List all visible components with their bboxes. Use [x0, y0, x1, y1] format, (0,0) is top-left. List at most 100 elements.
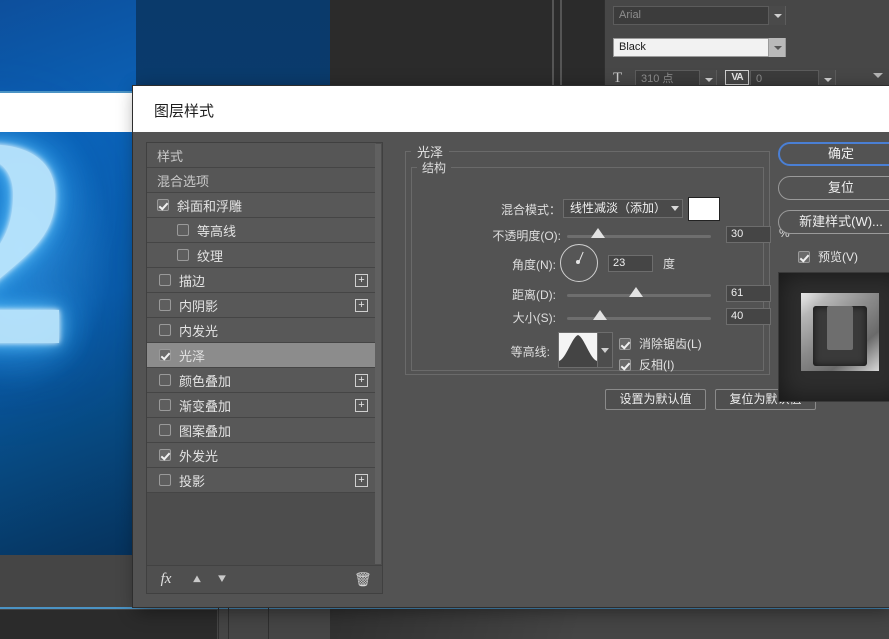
effect-list-item[interactable]: 纹理: [147, 243, 376, 268]
preview-checkbox[interactable]: [798, 251, 810, 263]
font-size-value: 310 点: [641, 73, 673, 85]
distance-slider-knob[interactable]: [629, 287, 643, 297]
effect-item-label: 内发光: [179, 321, 218, 340]
effect-item-label: 颜色叠加: [179, 371, 231, 390]
add-effect-instance-icon[interactable]: +: [355, 399, 368, 412]
angle-input[interactable]: 23: [608, 255, 653, 272]
opacity-input[interactable]: 30: [726, 226, 771, 243]
effect-enable-checkbox[interactable]: [159, 299, 171, 311]
effect-item-label: 渐变叠加: [179, 396, 231, 415]
add-effect-instance-icon[interactable]: +: [355, 474, 368, 487]
arrow-down-icon[interactable]: ⯆: [213, 571, 231, 588]
dialog-title-bar[interactable]: 图层样式: [133, 86, 889, 132]
effect-enable-checkbox[interactable]: [177, 224, 189, 236]
structure-title: 结构: [417, 159, 451, 176]
distance-slider[interactable]: [567, 294, 711, 297]
effect-item-label: 光泽: [179, 346, 205, 365]
contour-dropdown-chevron-icon[interactable]: [598, 332, 613, 368]
opacity-slider[interactable]: [567, 235, 711, 238]
effect-item-label: 投影: [179, 471, 205, 490]
add-effect-instance-icon[interactable]: +: [355, 274, 368, 287]
effect-item-content: 颜色叠加: [147, 371, 231, 390]
effect-list-item[interactable]: 样式: [147, 143, 376, 168]
effect-list-item[interactable]: 渐变叠加 +: [147, 393, 376, 418]
effect-enable-checkbox[interactable]: [159, 324, 171, 336]
lower-dark-block: [0, 610, 217, 639]
font-family-value: Arial: [619, 9, 641, 21]
effect-enable-checkbox[interactable]: [159, 424, 171, 436]
size-label: 大小(S):: [443, 309, 556, 326]
anti-alias-option[interactable]: 消除锯齿(L): [619, 335, 702, 352]
effect-enable-checkbox[interactable]: [159, 474, 171, 486]
panel-collapse-chevron-icon[interactable]: [873, 73, 883, 78]
set-default-button[interactable]: 设置为默认值: [605, 389, 706, 410]
effect-enable-checkbox[interactable]: [159, 349, 171, 361]
effect-item-label: 纹理: [197, 246, 223, 265]
font-size-icon: T: [613, 70, 622, 87]
effect-enable-checkbox[interactable]: [157, 199, 169, 211]
effect-enable-checkbox[interactable]: [159, 274, 171, 286]
chevron-down-icon[interactable]: [671, 206, 679, 211]
effect-list-item[interactable]: 内阴影+: [147, 293, 376, 318]
angle-dial[interactable]: [560, 244, 598, 282]
effect-list-item[interactable]: 混合选项: [147, 168, 376, 193]
trash-icon[interactable]: 🗑: [354, 571, 370, 588]
effect-list-item[interactable]: 图案叠加: [147, 418, 376, 443]
effect-item-content: 描边: [147, 271, 205, 290]
effect-list-item[interactable]: 光泽: [147, 343, 376, 368]
fx-icon[interactable]: fx: [155, 570, 177, 589]
effect-list-item[interactable]: 内发光: [147, 318, 376, 343]
effects-list[interactable]: 样式混合选项斜面和浮雕等高线纹理描边+内阴影+内发光光泽颜色叠加+渐变叠加+图案…: [147, 143, 376, 565]
effect-list-item[interactable]: 等高线: [147, 218, 376, 243]
chevron-down-icon[interactable]: [768, 38, 785, 57]
effect-enable-checkbox[interactable]: [159, 374, 171, 386]
effect-list-item[interactable]: 斜面和浮雕: [147, 193, 376, 218]
add-effect-instance-icon[interactable]: +: [355, 299, 368, 312]
canvas-artwork: 2: [0, 0, 136, 555]
size-slider[interactable]: [567, 317, 711, 320]
effect-item-content: 混合选项: [147, 171, 209, 190]
blend-mode-select[interactable]: 线性减淡（添加）: [563, 199, 683, 218]
anti-alias-label: 消除锯齿(L): [639, 335, 702, 352]
effect-enable-checkbox[interactable]: [177, 249, 189, 261]
effect-item-label: 斜面和浮雕: [177, 196, 242, 215]
satin-color-swatch[interactable]: [688, 197, 720, 221]
scrollbar-thumb[interactable]: [375, 144, 381, 564]
effect-list-item[interactable]: 外发光: [147, 443, 376, 468]
lower-divider-2: [228, 608, 229, 639]
invert-option[interactable]: 反相(I): [619, 356, 674, 373]
effect-item-content: 纹理: [147, 246, 223, 265]
preview-option[interactable]: 预览(V): [798, 248, 858, 265]
effect-list-item[interactable]: 描边 +: [147, 268, 376, 293]
document-window-area: [330, 0, 608, 93]
effect-item-label: 外发光: [179, 446, 218, 465]
preview-vignette: [779, 273, 889, 401]
distance-input[interactable]: 61: [726, 285, 771, 302]
effect-item-label: 描边: [179, 271, 205, 290]
layer-style-dialog: 图层样式 样式混合选项斜面和浮雕等高线纹理描边+内阴影+内发光光泽颜色叠加+渐变…: [133, 86, 889, 607]
effect-enable-checkbox[interactable]: [159, 399, 171, 411]
effect-list-item[interactable]: 颜色叠加 +: [147, 368, 376, 393]
effect-item-label: 等高线: [197, 221, 236, 240]
effects-list-scrollbar[interactable]: [375, 144, 381, 564]
dialog-body: 样式混合选项斜面和浮雕等高线纹理描边+内阴影+内发光光泽颜色叠加+渐变叠加+图案…: [133, 132, 889, 607]
contour-arch-icon[interactable]: [558, 332, 598, 368]
add-effect-instance-icon[interactable]: +: [355, 374, 368, 387]
arrow-up-icon[interactable]: ⯅: [188, 571, 206, 588]
font-style-combo[interactable]: Black: [613, 38, 786, 57]
size-input[interactable]: 40: [726, 308, 771, 325]
new-style-button[interactable]: 新建样式(W)...: [778, 210, 889, 234]
invert-checkbox[interactable]: [619, 359, 631, 371]
tracking-icon: VA: [725, 70, 749, 85]
effect-list-item[interactable]: 投影 +: [147, 468, 376, 493]
chevron-down-icon[interactable]: [768, 6, 785, 25]
effect-enable-checkbox[interactable]: [159, 449, 171, 461]
lower-shadow: [330, 609, 889, 639]
size-slider-knob[interactable]: [593, 310, 607, 320]
ok-button[interactable]: 确定: [778, 142, 889, 166]
anti-alias-checkbox[interactable]: [619, 338, 631, 350]
reset-button[interactable]: 复位: [778, 176, 889, 200]
opacity-slider-knob[interactable]: [591, 228, 605, 238]
dialog-title: 图层样式: [154, 100, 214, 121]
font-family-combo[interactable]: Arial: [613, 6, 786, 25]
